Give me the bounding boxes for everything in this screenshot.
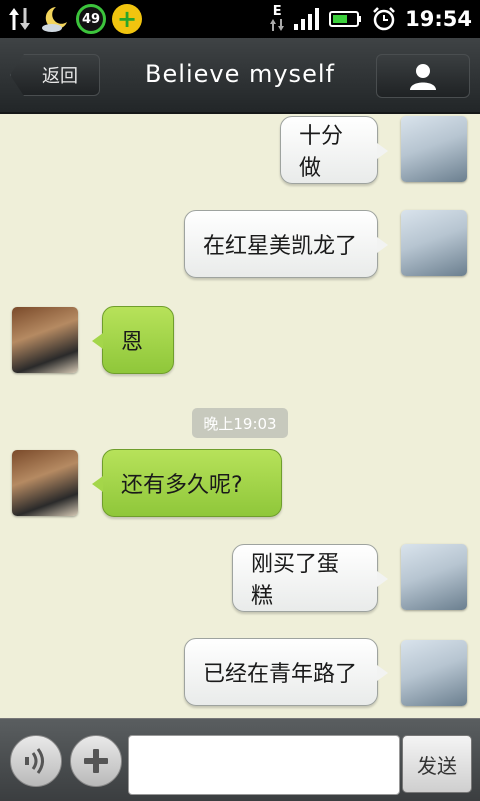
alarm-icon — [373, 7, 396, 31]
contact-avatar[interactable] — [12, 450, 78, 516]
my-avatar[interactable] — [401, 544, 467, 610]
status-bar: 49 + E 19:54 — [0, 0, 480, 38]
my-avatar[interactable] — [401, 640, 467, 706]
voice-button[interactable] — [10, 735, 62, 787]
title-bar: 返回 Believe myself — [0, 38, 480, 114]
person-icon — [410, 64, 436, 90]
message-text: 恩 — [121, 330, 144, 355]
message-timestamp: 晚上19:03 — [192, 408, 288, 438]
message-input[interactable] — [128, 735, 400, 795]
network-type: E — [272, 4, 282, 19]
message-bubble-incoming[interactable]: 还有多久呢? — [92, 449, 282, 517]
security-plus-icon: + — [112, 4, 142, 34]
profile-button[interactable] — [376, 54, 470, 98]
message-text: 刚买了蛋糕 — [251, 552, 340, 609]
chat-area[interactable]: 十分做 在红星美凯龙了 恩 晚上19:03 还有多久呢? 刚买了蛋糕 已经在青年… — [0, 112, 480, 718]
send-button[interactable]: 发送 — [402, 735, 472, 793]
badge-value: 49 — [81, 11, 101, 27]
message-bubble-outgoing[interactable]: 在红星美凯龙了 — [184, 210, 388, 278]
back-button-label: 返回 — [42, 66, 78, 87]
weather-moon-icon — [42, 7, 67, 32]
send-button-label: 发送 — [417, 753, 457, 778]
data-transfer-icon — [9, 8, 30, 30]
input-bar: 发送 — [0, 718, 480, 801]
my-avatar[interactable] — [401, 210, 467, 276]
message-text: 在红星美凯龙了 — [203, 234, 358, 259]
status-left-icons: 49 + — [6, 3, 142, 35]
cpu-badge-icon: 49 — [76, 4, 106, 34]
my-avatar[interactable] — [401, 116, 467, 182]
message-text: 已经在青年路了 — [203, 662, 358, 687]
message-bubble-outgoing[interactable]: 十分做 — [280, 116, 388, 184]
voice-icon — [25, 748, 44, 774]
network-indicator: E — [269, 4, 285, 32]
message-bubble-incoming[interactable]: 恩 — [92, 306, 174, 374]
message-text: 十分做 — [299, 124, 344, 181]
message-bubble-outgoing[interactable]: 已经在青年路了 — [184, 638, 388, 706]
network-arrows-icon — [270, 19, 285, 31]
contact-avatar[interactable] — [12, 307, 78, 373]
page-title: Believe myself — [145, 60, 335, 88]
battery-icon — [329, 11, 362, 27]
status-right-icons: E 19:54 — [269, 0, 472, 38]
add-button[interactable] — [70, 735, 122, 787]
status-time: 19:54 — [405, 7, 472, 31]
signal-icon — [294, 8, 320, 30]
message-bubble-outgoing[interactable]: 刚买了蛋糕 — [232, 544, 388, 612]
back-button[interactable]: 返回 — [10, 54, 100, 96]
message-text: 还有多久呢? — [121, 473, 243, 498]
plus-icon — [84, 749, 108, 773]
